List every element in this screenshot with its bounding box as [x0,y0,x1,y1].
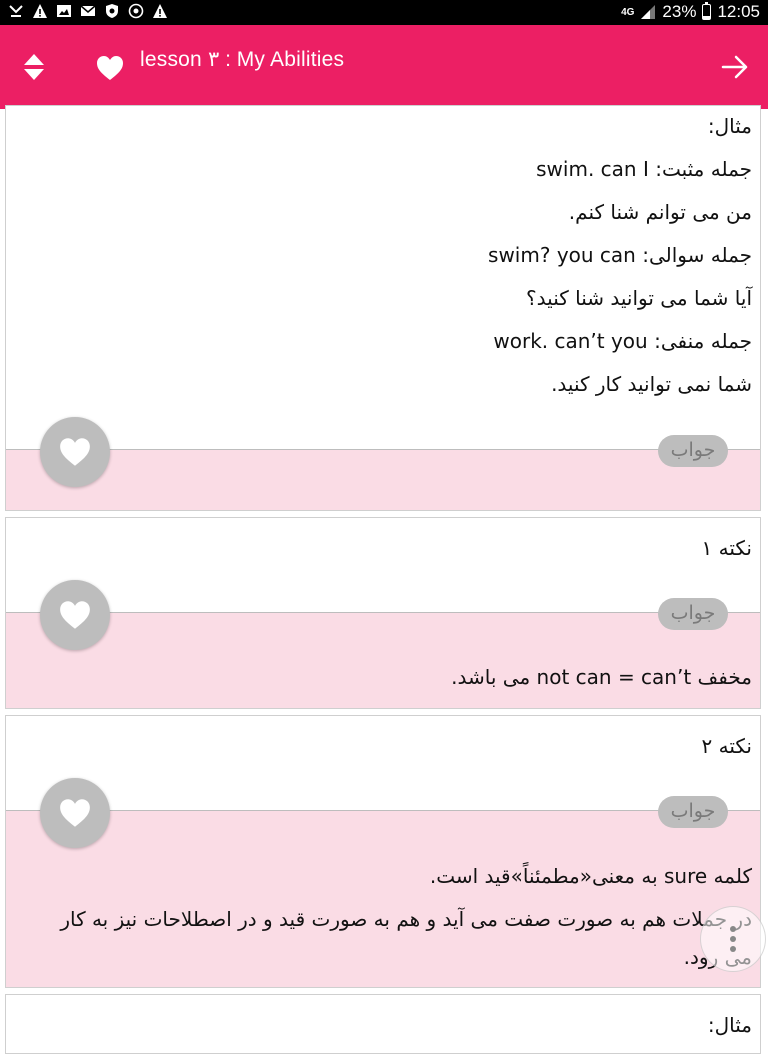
missed-call-icon [8,3,24,19]
card-text: جمله مثبت: swim. can I [536,157,752,181]
sort-updown-icon[interactable] [20,51,48,83]
heart-icon [60,438,90,466]
card-text: شما نمی توانید کار کنید. [551,372,752,396]
arrow-right-icon[interactable] [720,53,750,81]
card-text: مثال: [707,1013,752,1037]
heart-icon [60,601,90,629]
battery-percent: 23% [662,2,697,21]
card-text: آیا شما می توانید شنا کنید؟ [526,286,752,310]
answer-panel: کلمه sure به معنی«مطمئناً»قید است. در جم… [6,810,760,987]
signal-icon [641,5,656,19]
answer-panel: مخفف not can = can’t می باشد. [6,612,760,708]
card-heading: نکته ١ [701,536,752,560]
answer-panel [6,449,760,510]
battery-icon [702,2,712,20]
favorite-button[interactable] [40,417,110,487]
warning-icon [152,3,168,19]
heart-icon [60,799,90,827]
answer-button[interactable]: جواب [658,796,728,828]
power-circle-icon [128,3,144,19]
card-heading: نکته ٢ [701,734,752,758]
dot-icon [730,946,736,952]
lesson-card: نکته ١ مخفف not can = can’t می باشد. جوا… [5,517,761,709]
app-bar: lesson ٣ : My Abilities [0,25,768,109]
notification-icons [8,3,168,19]
clock: 12:05 [717,2,760,21]
status-bar: 4G 23% 12:05 [0,0,768,25]
shield-icon [104,3,120,19]
mail-icon [80,3,96,19]
warning-icon [32,3,48,19]
card-text: جمله سوالی: swim? you can [488,243,752,267]
lesson-card: مثال: [5,994,761,1054]
answer-button[interactable]: جواب [658,435,728,467]
dot-icon [730,936,736,942]
lesson-content[interactable]: مثال: جمله مثبت: swim. can I من می توانم… [0,105,768,1054]
lesson-card: مثال: جمله مثبت: swim. can I من می توانم… [5,105,761,511]
answer-text: در جملات هم به صورت صفت می آید و هم به ص… [60,907,752,931]
card-text: جمله منفی: work. can’t you [493,329,752,353]
heart-icon[interactable] [96,55,124,81]
dot-icon [730,926,736,932]
card-text: من می توانم شنا کنم. [568,200,752,224]
lesson-card: نکته ٢ کلمه sure به معنی«مطمئناً»قید است… [5,715,761,988]
card-text: مثال: [707,114,752,138]
more-options-button[interactable] [700,906,766,972]
network-type: 4G [621,6,635,18]
page-title: lesson ٣ : My Abilities [140,48,345,71]
image-icon [56,3,72,19]
favorite-button[interactable] [40,580,110,650]
favorite-button[interactable] [40,778,110,848]
answer-button[interactable]: جواب [658,598,728,630]
answer-text: مخفف not can = can’t می باشد. [451,665,752,689]
answer-text: کلمه sure به معنی«مطمئناً»قید است. [429,864,752,888]
